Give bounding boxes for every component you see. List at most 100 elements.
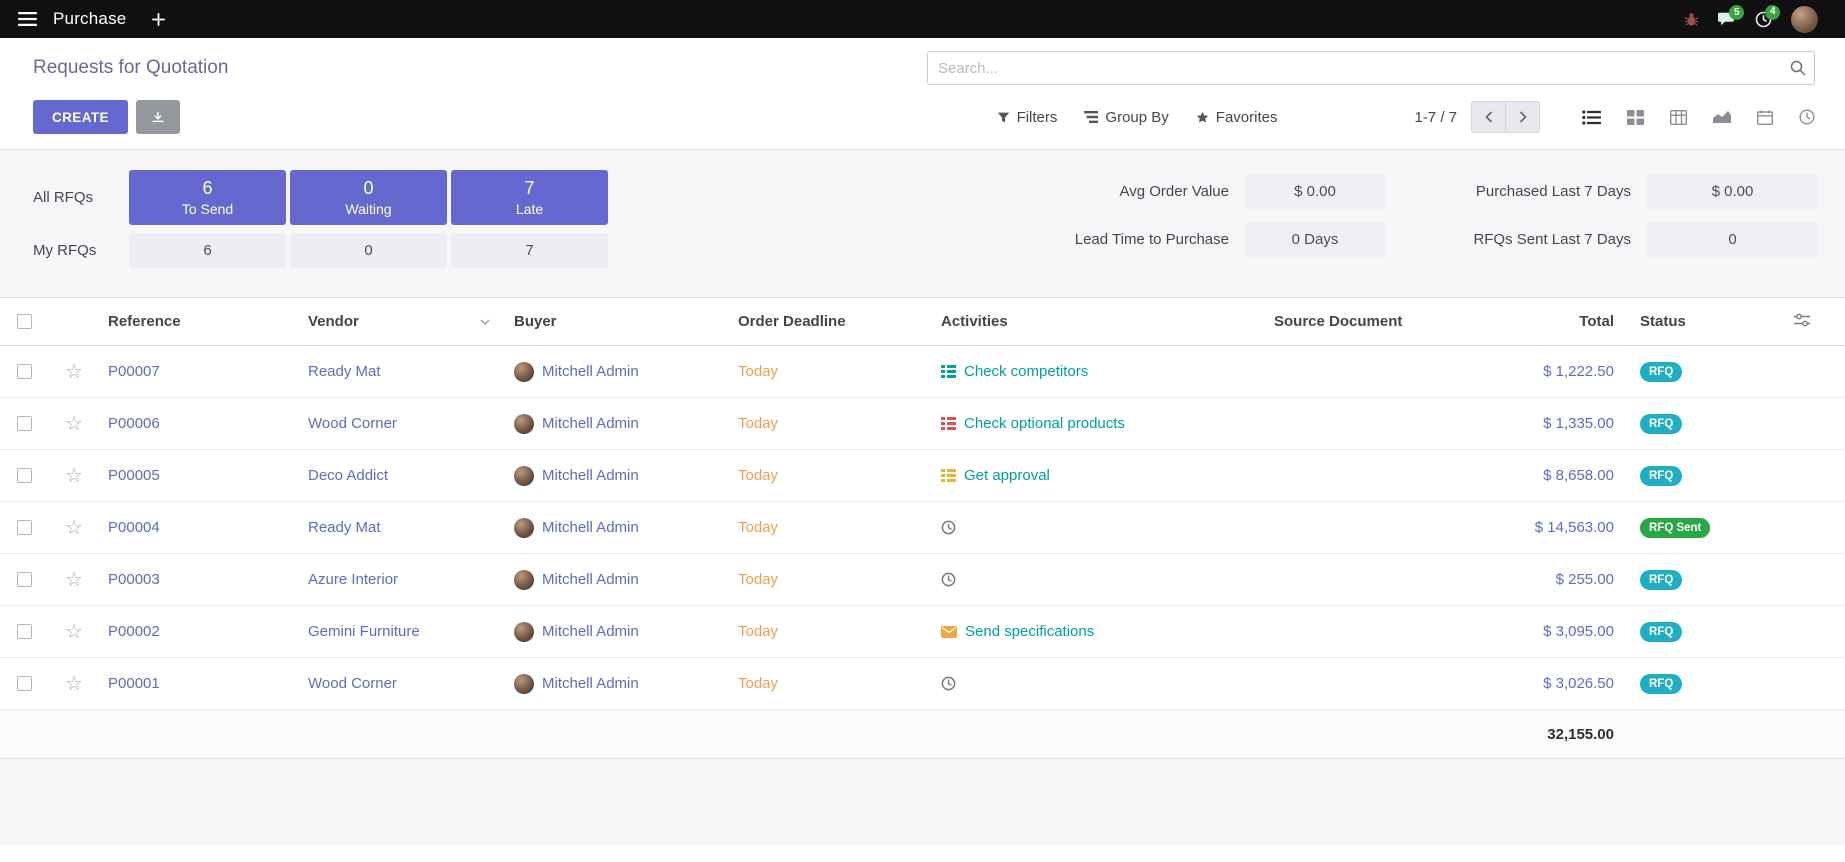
header-order-deadline[interactable]: Order Deadline [730, 313, 933, 330]
order-deadline[interactable]: Today [738, 467, 778, 484]
row-checkbox[interactable] [17, 468, 32, 483]
activity-label[interactable]: Send specifications [965, 623, 1094, 640]
search-icon[interactable] [1790, 60, 1806, 80]
reference-link[interactable]: P00003 [108, 571, 160, 588]
favorite-star-icon[interactable]: ☆ [65, 414, 83, 434]
row-checkbox[interactable] [17, 520, 32, 535]
buyer-link[interactable]: Mitchell Admin [542, 363, 639, 380]
clock-icon[interactable] [941, 676, 956, 691]
vendor-link[interactable]: Wood Corner [308, 415, 397, 432]
header-status[interactable]: Status [1620, 313, 1750, 330]
table-row[interactable]: ☆ P00001 Wood Corner Mitchell Admin Toda… [0, 658, 1845, 710]
row-checkbox[interactable] [17, 676, 32, 691]
favorite-star-icon[interactable]: ☆ [65, 466, 83, 486]
vendor-link[interactable]: Ready Mat [308, 519, 381, 536]
buyer-link[interactable]: Mitchell Admin [542, 571, 639, 588]
buyer-link[interactable]: Mitchell Admin [542, 519, 639, 536]
app-name[interactable]: Purchase [53, 9, 126, 29]
row-checkbox[interactable] [17, 572, 32, 587]
calendar-view-icon[interactable] [1757, 110, 1773, 125]
vendor-link[interactable]: Gemini Furniture [308, 623, 420, 640]
table-row[interactable]: ☆ P00004 Ready Mat Mitchell Admin Today … [0, 502, 1845, 554]
favorite-star-icon[interactable]: ☆ [65, 674, 83, 694]
export-download-button[interactable] [136, 100, 180, 134]
kpi-to-send[interactable]: 6 To Send [129, 170, 286, 225]
favorite-star-icon[interactable]: ☆ [65, 622, 83, 642]
envelope-icon[interactable] [941, 626, 957, 638]
status-badge[interactable]: RFQ [1640, 622, 1682, 642]
table-row[interactable]: ☆ P00002 Gemini Furniture Mitchell Admin… [0, 606, 1845, 658]
order-deadline[interactable]: Today [738, 415, 778, 432]
favorites-button[interactable]: Favorites [1196, 109, 1278, 126]
table-row[interactable]: ☆ P00007 Ready Mat Mitchell Admin Today … [0, 346, 1845, 398]
status-badge[interactable]: RFQ Sent [1640, 518, 1710, 538]
header-total[interactable]: Total [1446, 313, 1620, 330]
vendor-link[interactable]: Wood Corner [308, 675, 397, 692]
messages-icon[interactable]: 5 [1718, 11, 1736, 27]
order-deadline[interactable]: Today [738, 519, 778, 536]
order-deadline[interactable]: Today [738, 571, 778, 588]
buyer-link[interactable]: Mitchell Admin [542, 623, 639, 640]
select-all-checkbox[interactable] [17, 314, 32, 329]
graph-view-icon[interactable] [1713, 110, 1731, 124]
sort-caret-icon[interactable] [480, 319, 490, 325]
row-checkbox[interactable] [17, 416, 32, 431]
header-source-document[interactable]: Source Document [1266, 313, 1446, 330]
search-input[interactable] [927, 51, 1815, 85]
activity-label[interactable]: Check competitors [964, 363, 1088, 380]
header-buyer[interactable]: Buyer [506, 313, 730, 330]
filters-button[interactable]: Filters [997, 109, 1058, 126]
reference-link[interactable]: P00001 [108, 675, 160, 692]
buyer-link[interactable]: Mitchell Admin [542, 415, 639, 432]
status-badge[interactable]: RFQ [1640, 414, 1682, 434]
buyer-link[interactable]: Mitchell Admin [542, 467, 639, 484]
status-badge[interactable]: RFQ [1640, 466, 1682, 486]
reference-link[interactable]: P00007 [108, 363, 160, 380]
pager-previous-button[interactable] [1471, 101, 1506, 133]
table-row[interactable]: ☆ P00005 Deco Addict Mitchell Admin Toda… [0, 450, 1845, 502]
activity-label[interactable]: Check optional products [964, 415, 1125, 432]
my-kpi-to-send[interactable]: 6 [129, 233, 286, 268]
debug-bug-icon[interactable] [1684, 12, 1699, 27]
vendor-link[interactable]: Azure Interior [308, 571, 398, 588]
header-reference[interactable]: Reference [100, 313, 300, 330]
my-kpi-late[interactable]: 7 [451, 233, 608, 268]
clock-icon[interactable] [941, 520, 956, 535]
create-button[interactable]: CREATE [33, 100, 128, 134]
order-deadline[interactable]: Today [738, 363, 778, 380]
status-badge[interactable]: RFQ [1640, 674, 1682, 694]
header-activities[interactable]: Activities [933, 313, 1266, 330]
activities-clock-icon[interactable]: 4 [1755, 11, 1772, 28]
list-view-icon[interactable] [1582, 110, 1601, 125]
vendor-link[interactable]: Ready Mat [308, 363, 381, 380]
header-vendor[interactable]: Vendor [300, 313, 506, 330]
row-checkbox[interactable] [17, 624, 32, 639]
favorite-star-icon[interactable]: ☆ [65, 518, 83, 538]
buyer-link[interactable]: Mitchell Admin [542, 675, 639, 692]
activity-view-icon[interactable] [1799, 109, 1815, 125]
status-badge[interactable]: RFQ [1640, 362, 1682, 382]
order-deadline[interactable]: Today [738, 623, 778, 640]
pager-value[interactable]: 1-7 / 7 [1414, 109, 1457, 126]
pager-next-button[interactable] [1506, 101, 1540, 133]
order-deadline[interactable]: Today [738, 675, 778, 692]
user-avatar[interactable] [1791, 6, 1818, 33]
reference-link[interactable]: P00002 [108, 623, 160, 640]
kanban-view-icon[interactable] [1627, 110, 1644, 125]
clock-icon[interactable] [941, 572, 956, 587]
pivot-view-icon[interactable] [1670, 110, 1687, 125]
table-row[interactable]: ☆ P00006 Wood Corner Mitchell Admin Toda… [0, 398, 1845, 450]
status-badge[interactable]: RFQ [1640, 570, 1682, 590]
table-row[interactable]: ☆ P00003 Azure Interior Mitchell Admin T… [0, 554, 1845, 606]
kpi-waiting[interactable]: 0 Waiting [290, 170, 447, 225]
reference-link[interactable]: P00005 [108, 467, 160, 484]
tasks-icon[interactable] [941, 417, 956, 430]
activity-label[interactable]: Get approval [964, 467, 1050, 484]
my-kpi-waiting[interactable]: 0 [290, 233, 447, 268]
optional-columns-icon[interactable] [1794, 313, 1810, 331]
apps-menu-icon[interactable] [18, 12, 37, 26]
vendor-link[interactable]: Deco Addict [308, 467, 388, 484]
reference-link[interactable]: P00006 [108, 415, 160, 432]
row-checkbox[interactable] [17, 364, 32, 379]
plus-icon[interactable] [152, 13, 165, 26]
